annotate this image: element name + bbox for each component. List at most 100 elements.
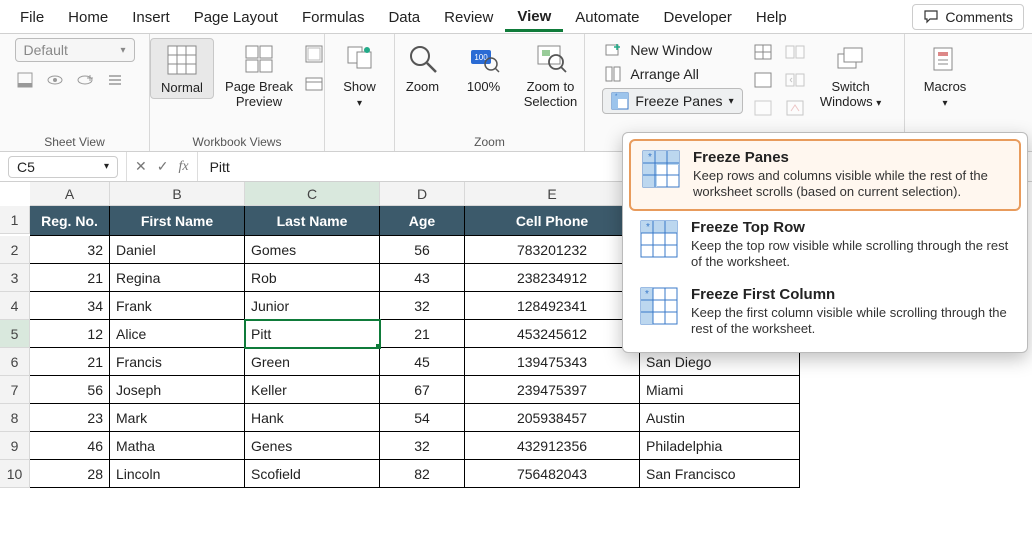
tab-data[interactable]: Data [376, 3, 432, 30]
cell[interactable]: Francis [110, 348, 245, 376]
arrange-all-button[interactable]: Arrange All [602, 64, 742, 84]
tab-formulas[interactable]: Formulas [290, 3, 377, 30]
column-header-D[interactable]: D [380, 182, 465, 206]
cell[interactable]: Frank [110, 292, 245, 320]
cell[interactable]: 23 [30, 404, 110, 432]
side-by-side-icon[interactable] [785, 42, 805, 62]
cell[interactable]: San Francisco [640, 460, 800, 488]
row-header[interactable]: 6 [0, 348, 30, 376]
cell[interactable]: Reg. No. [30, 206, 110, 236]
cell[interactable]: Green [245, 348, 380, 376]
cell[interactable]: 32 [30, 236, 110, 264]
cell[interactable]: 34 [30, 292, 110, 320]
options-icon[interactable] [105, 70, 125, 90]
cell[interactable]: Lincoln [110, 460, 245, 488]
tab-home[interactable]: Home [56, 3, 120, 30]
cell[interactable]: 453245612 [465, 320, 640, 348]
column-header-A[interactable]: A [30, 182, 110, 206]
cell[interactable]: Daniel [110, 236, 245, 264]
cell[interactable]: Age [380, 206, 465, 236]
cell[interactable]: 21 [30, 264, 110, 292]
cell[interactable]: 21 [380, 320, 465, 348]
row-header[interactable]: 1 [0, 206, 30, 234]
cell[interactable]: Pitt [245, 320, 380, 348]
cell[interactable]: 28 [30, 460, 110, 488]
cell[interactable]: Austin [640, 404, 800, 432]
cell[interactable]: Joseph [110, 376, 245, 404]
fx-icon[interactable]: fx [178, 159, 188, 175]
cell[interactable]: 756482043 [465, 460, 640, 488]
cell[interactable]: Hank [245, 404, 380, 432]
freeze-panes-option[interactable]: * Freeze Panes Keep rows and columns vis… [629, 139, 1021, 211]
unhide-icon[interactable] [753, 98, 773, 118]
cell[interactable]: Regina [110, 264, 245, 292]
cell[interactable]: Last Name [245, 206, 380, 236]
cell[interactable]: 238234912 [465, 264, 640, 292]
normal-view-button[interactable]: Normal [150, 38, 214, 99]
row-header[interactable]: 3 [0, 264, 30, 292]
cell[interactable]: Junior [245, 292, 380, 320]
tab-view[interactable]: View [505, 2, 563, 32]
tab-help[interactable]: Help [744, 3, 799, 30]
comments-button[interactable]: Comments [912, 4, 1024, 30]
cell[interactable]: 783201232 [465, 236, 640, 264]
switch-windows-button[interactable]: Switch Windows ▾ [815, 38, 887, 112]
cell[interactable]: Scofield [245, 460, 380, 488]
cell[interactable]: 45 [380, 348, 465, 376]
zoom-selection-button[interactable]: Zoom to Selection [517, 38, 585, 112]
tab-automate[interactable]: Automate [563, 3, 651, 30]
cell[interactable]: Mark [110, 404, 245, 432]
name-box[interactable]: C5 ▾ [8, 156, 118, 178]
split-icon[interactable] [753, 42, 773, 62]
hide-icon[interactable] [753, 70, 773, 90]
tab-developer[interactable]: Developer [651, 3, 743, 30]
row-header[interactable]: 5 [0, 320, 30, 348]
column-header-E[interactable]: E [465, 182, 640, 206]
page-layout-icon[interactable] [304, 44, 324, 64]
new-window-button[interactable]: New Window [602, 40, 742, 60]
cell[interactable]: 46 [30, 432, 110, 460]
cell[interactable]: First Name [110, 206, 245, 236]
row-header[interactable]: 10 [0, 460, 30, 488]
freeze-panes-button[interactable]: * Freeze Panes ▾ [602, 88, 742, 114]
row-header[interactable]: 8 [0, 404, 30, 432]
reset-pos-icon[interactable] [785, 98, 805, 118]
new-icon[interactable] [75, 70, 95, 90]
cell[interactable]: Cell Phone [465, 206, 640, 236]
page-break-button[interactable]: Page Break Preview [222, 38, 296, 112]
cell[interactable]: Keller [245, 376, 380, 404]
show-dropdown[interactable]: Show▾ [328, 38, 392, 112]
cell[interactable]: 82 [380, 460, 465, 488]
freeze-top-row-option[interactable]: * Freeze Top Row Keep the top row visibl… [629, 211, 1021, 279]
cell[interactable]: 43 [380, 264, 465, 292]
column-header-B[interactable]: B [110, 182, 245, 206]
cell[interactable]: 32 [380, 432, 465, 460]
tab-page-layout[interactable]: Page Layout [182, 3, 290, 30]
cell[interactable]: Genes [245, 432, 380, 460]
cell[interactable]: Miami [640, 376, 800, 404]
cell[interactable]: 205938457 [465, 404, 640, 432]
cell[interactable]: Philadelphia [640, 432, 800, 460]
tab-review[interactable]: Review [432, 3, 505, 30]
cell[interactable]: Matha [110, 432, 245, 460]
cancel-icon[interactable]: ✕ [135, 158, 147, 175]
zoom-button[interactable]: Zoom [395, 38, 451, 97]
tab-file[interactable]: File [8, 3, 56, 30]
tab-insert[interactable]: Insert [120, 3, 182, 30]
keep-icon[interactable] [15, 70, 35, 90]
cell[interactable]: 56 [30, 376, 110, 404]
freeze-first-column-option[interactable]: * Freeze First Column Keep the first col… [629, 278, 1021, 346]
cell[interactable]: 21 [30, 348, 110, 376]
row-header[interactable]: 2 [0, 236, 30, 264]
cell[interactable]: 128492341 [465, 292, 640, 320]
cell[interactable]: Gomes [245, 236, 380, 264]
row-header[interactable]: 4 [0, 292, 30, 320]
cell[interactable]: 139475343 [465, 348, 640, 376]
custom-views-icon[interactable] [304, 74, 324, 94]
cell[interactable]: 12 [30, 320, 110, 348]
cell[interactable]: Rob [245, 264, 380, 292]
cell[interactable]: Alice [110, 320, 245, 348]
sync-scroll-icon[interactable] [785, 70, 805, 90]
cell[interactable]: 32 [380, 292, 465, 320]
cell[interactable]: 67 [380, 376, 465, 404]
